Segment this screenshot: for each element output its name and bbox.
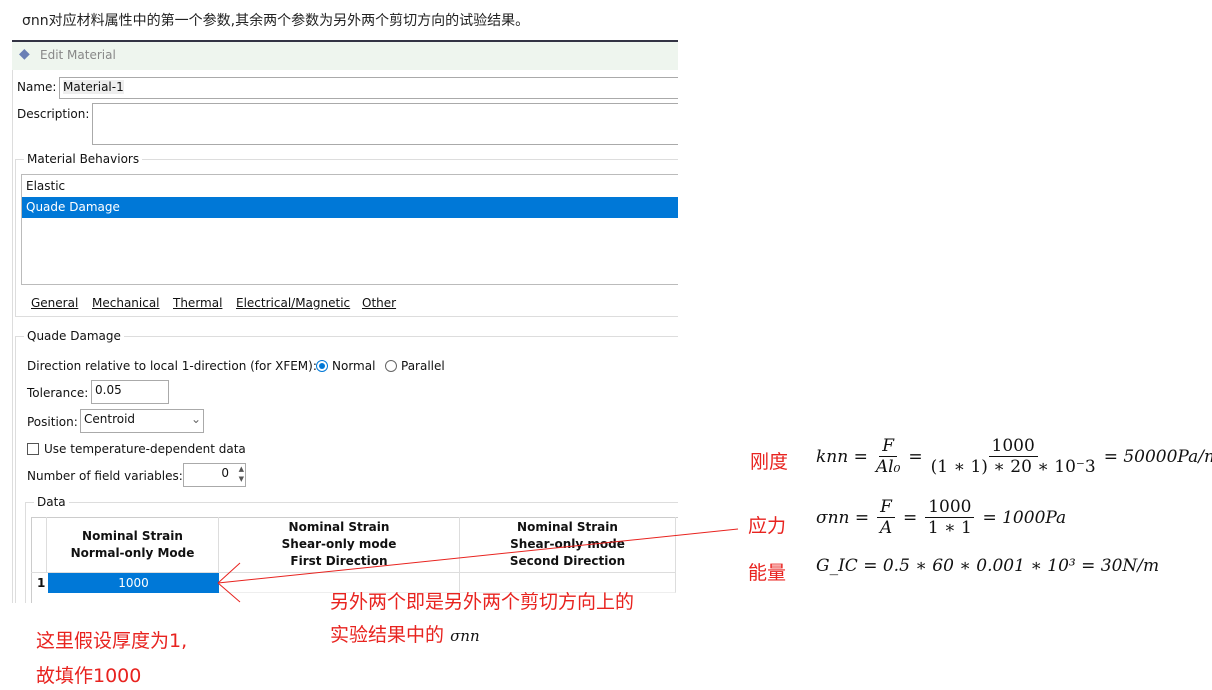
frac-num: F: [879, 436, 898, 457]
frac-den: A: [879, 518, 893, 538]
shear-note-text: 实验结果中的: [330, 624, 445, 646]
stiffness-label: 刚度: [750, 451, 789, 473]
shear-note-2: 实验结果中的 σnn: [330, 620, 480, 647]
stiffness-frac-2: 1000 (1 ∗ 1) ∗ 20 ∗ 10⁻3: [931, 436, 1096, 477]
stiffness-frac-1: F Al₀: [876, 436, 901, 477]
stiffness-formula: knn = F Al₀ = 1000 (1 ∗ 1) ∗ 20 ∗ 10⁻3 = 5…: [816, 436, 1212, 477]
thickness-note-2: 故填作1000: [36, 665, 142, 687]
stiffness-lhs: knn =: [816, 446, 868, 467]
frac-num: F: [877, 497, 895, 518]
shear-note-symbol: σnn: [450, 627, 480, 645]
energy-formula: G_IC = 0.5 ∗ 60 ∗ 0.001 ∗ 10³ = 30N/m: [816, 556, 1160, 576]
stress-lhs: σnn =: [816, 507, 870, 528]
arrow-line: [217, 528, 739, 584]
stress-result: = 1000Pa: [982, 507, 1067, 528]
stiffness-result: = 50000Pa/m: [1103, 446, 1212, 467]
arrow-head-lower: [217, 582, 241, 603]
stress-label: 应力: [748, 515, 787, 537]
equals: =: [908, 446, 923, 467]
frac-den: (1 ∗ 1) ∗ 20 ∗ 10⁻3: [930, 457, 1096, 477]
thickness-note-1: 这里假设厚度为1,: [36, 630, 188, 652]
frac-num: 1000: [988, 436, 1038, 457]
frac-den: Al₀: [875, 457, 901, 477]
frac-den: 1 ∗ 1: [927, 518, 972, 538]
stress-formula: σnn = FA = 1000 1 ∗ 1 = 1000Pa: [816, 497, 1066, 538]
stress-frac-1: FA: [877, 497, 895, 538]
shear-note-1: 另外两个即是另外两个剪切方向上的: [330, 591, 635, 613]
energy-label: 能量: [748, 562, 787, 584]
stress-frac-2: 1000 1 ∗ 1: [925, 497, 975, 538]
equals: =: [902, 507, 918, 528]
frac-num: 1000: [925, 497, 975, 518]
arrow-head-upper: [217, 562, 241, 584]
